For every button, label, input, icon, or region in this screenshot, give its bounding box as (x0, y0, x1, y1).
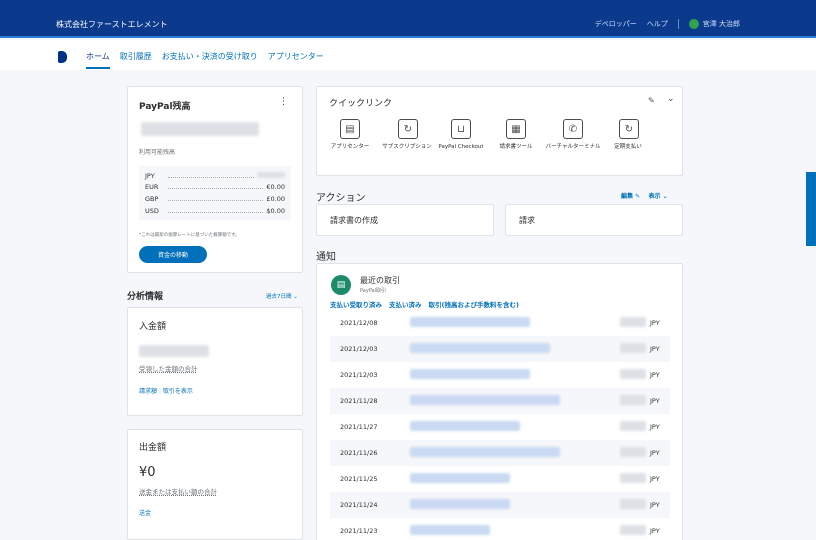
actions-edit-button[interactable]: 編集 ✎ (621, 193, 640, 200)
user-menu[interactable]: 宮澤 大治郎 (688, 19, 740, 29)
exchange-note: *これは最新の換算レートに基づいた概算額です。 (139, 233, 240, 238)
available-balance-label: 利用可能残高 (139, 149, 176, 156)
pencil-icon: ✎ (635, 193, 641, 200)
redacted-description (410, 317, 530, 327)
tab-app-center[interactable]: アプリセンター (268, 51, 324, 62)
incoming-caption: 受領した金額の合計 (139, 365, 198, 373)
send-money-link[interactable]: 送金 (139, 508, 151, 517)
more-options-icon[interactable]: ⋮ (279, 97, 288, 107)
redacted-description (410, 525, 490, 535)
redacted-amount (620, 473, 646, 483)
chevron-down-icon[interactable]: ⌄ (667, 94, 675, 104)
incoming-amount-redacted (139, 345, 209, 357)
outgoing-title: 出金額 (139, 443, 167, 453)
phone-icon[interactable]: ✆ (563, 119, 583, 139)
table-row[interactable]: 2021/11/24 JPY (330, 492, 670, 518)
redacted-amount (620, 369, 646, 379)
period-select[interactable]: 過去7日間 ⌄ (266, 292, 298, 300)
redacted-description (410, 369, 530, 379)
redacted-description (410, 343, 550, 353)
jpy-amount-redacted (257, 172, 285, 178)
currency-row: USD $0.00 (145, 207, 285, 215)
recent-title: 最近の取引 (360, 276, 400, 285)
redacted-amount (620, 525, 646, 535)
tab-payments[interactable]: お支払い・決済の受け取り (162, 51, 258, 62)
help-link[interactable]: ヘルプ (647, 19, 668, 29)
notifications-title: 通知 (316, 252, 336, 263)
actions-view-button[interactable]: 表示 ⌄ (649, 193, 668, 200)
edit-pencil-icon[interactable]: ✎ (648, 96, 655, 105)
redacted-description (410, 499, 510, 509)
actions-controls: 編集 ✎ 表示 ⌄ (621, 191, 668, 200)
quicklink-label[interactable]: サブスクリプション (379, 143, 435, 152)
outgoing-value: ¥0 (139, 465, 156, 480)
currency-row: JPY (145, 172, 285, 180)
tab-all-transactions[interactable]: 取引(残高および手数料を含む) (429, 299, 519, 309)
redacted-description (410, 395, 560, 405)
user-name: 宮澤 大治郎 (702, 20, 740, 28)
tab-transactions[interactable]: 取引履歴 (120, 51, 152, 62)
redacted-description (410, 447, 560, 457)
developer-link[interactable]: デベロッパー (595, 19, 637, 29)
register-icon[interactable]: ▤ (340, 119, 360, 139)
top-bar: 株式会社ファーストエレメント デベロッパー ヘルプ 宮澤 大治郎 (0, 0, 816, 38)
quicklink-label[interactable]: PayPal Checkout (433, 143, 489, 152)
redacted-amount (620, 447, 646, 457)
quicklink-label[interactable]: 請求書ツール (488, 143, 544, 152)
cart-icon[interactable]: ⊔ (451, 119, 471, 139)
transfer-funds-button[interactable]: 資金の移動 (139, 246, 207, 263)
quicklink-label[interactable]: 定期支払い (600, 143, 656, 152)
table-row[interactable]: 2021/11/28 JPY (330, 388, 670, 414)
table-row[interactable]: 2021/11/25 JPY (330, 466, 670, 492)
table-row[interactable]: 2021/11/27 JPY (330, 414, 670, 440)
table-row[interactable]: 2021/12/08 JPY (330, 310, 670, 336)
quicklink-label[interactable]: アプリセンター (322, 143, 378, 152)
invoice-icon[interactable]: ▦ (506, 119, 526, 139)
chevron-down-icon: ⌄ (662, 193, 668, 200)
shield-icon (688, 19, 699, 29)
redacted-amount (620, 343, 646, 353)
paypal-logo-icon[interactable] (58, 51, 67, 63)
view-transactions-link[interactable]: 取引を表示 (163, 388, 193, 395)
redacted-description (410, 421, 520, 431)
balance-amount-redacted (141, 122, 259, 136)
table-row[interactable]: 2021/12/03 JPY (330, 362, 670, 388)
redacted-amount (620, 499, 646, 509)
transactions-icon: ▤ (331, 275, 351, 295)
analytics-title: 分析情報 (127, 292, 164, 302)
feedback-tab[interactable] (806, 172, 816, 246)
redacted-amount (620, 395, 646, 405)
table-row[interactable]: 2021/11/23 JPY (330, 518, 670, 540)
outgoing-caption: 送金または支払い額の合計 (139, 488, 217, 496)
tab-received[interactable]: 支払い受取り済み (330, 299, 382, 309)
table-row[interactable]: 2021/12/03 JPY (330, 336, 670, 362)
request-action[interactable]: 請求 (505, 204, 683, 236)
tab-home[interactable]: ホーム (86, 51, 110, 69)
incoming-links: 請求額 | 取引を表示 (139, 388, 193, 395)
refresh-icon[interactable]: ↻ (398, 119, 418, 139)
invoice-amount-link[interactable]: 請求額 (139, 388, 157, 395)
redacted-description (410, 473, 510, 483)
header-divider (677, 19, 679, 29)
tab-paid[interactable]: 支払い済み (389, 299, 422, 309)
redacted-amount (620, 421, 646, 431)
balance-title: PayPal残高 (139, 102, 191, 112)
redacted-amount (620, 317, 646, 327)
currency-row: EUR €0.00 (145, 183, 285, 191)
quicklinks-title: クイックリンク (329, 99, 393, 109)
incoming-title: 入金額 (139, 322, 167, 332)
recent-subtitle: PayPal取引 (360, 288, 387, 294)
quicklink-label[interactable]: バーチャルターミナル (545, 143, 601, 152)
chevron-down-icon: ⌄ (291, 294, 298, 300)
table-row[interactable]: 2021/11/26 JPY (330, 440, 670, 466)
transaction-filter-tabs: 支払い受取り済み 支払い済み 取引(残高および手数料を含む) (330, 299, 519, 309)
recurring-icon[interactable]: ↻ (619, 119, 639, 139)
nav-tabs: ホーム 取引履歴 お支払い・決済の受け取り アプリセンター (86, 51, 324, 69)
header-links: デベロッパー ヘルプ 宮澤 大治郎 (595, 19, 740, 29)
actions-title: アクション (316, 193, 366, 204)
currency-row: GBP £0.00 (145, 195, 285, 203)
create-invoice-action[interactable]: 請求書の作成 (316, 204, 494, 236)
company-name: 株式会社ファーストエレメント (56, 20, 168, 29)
